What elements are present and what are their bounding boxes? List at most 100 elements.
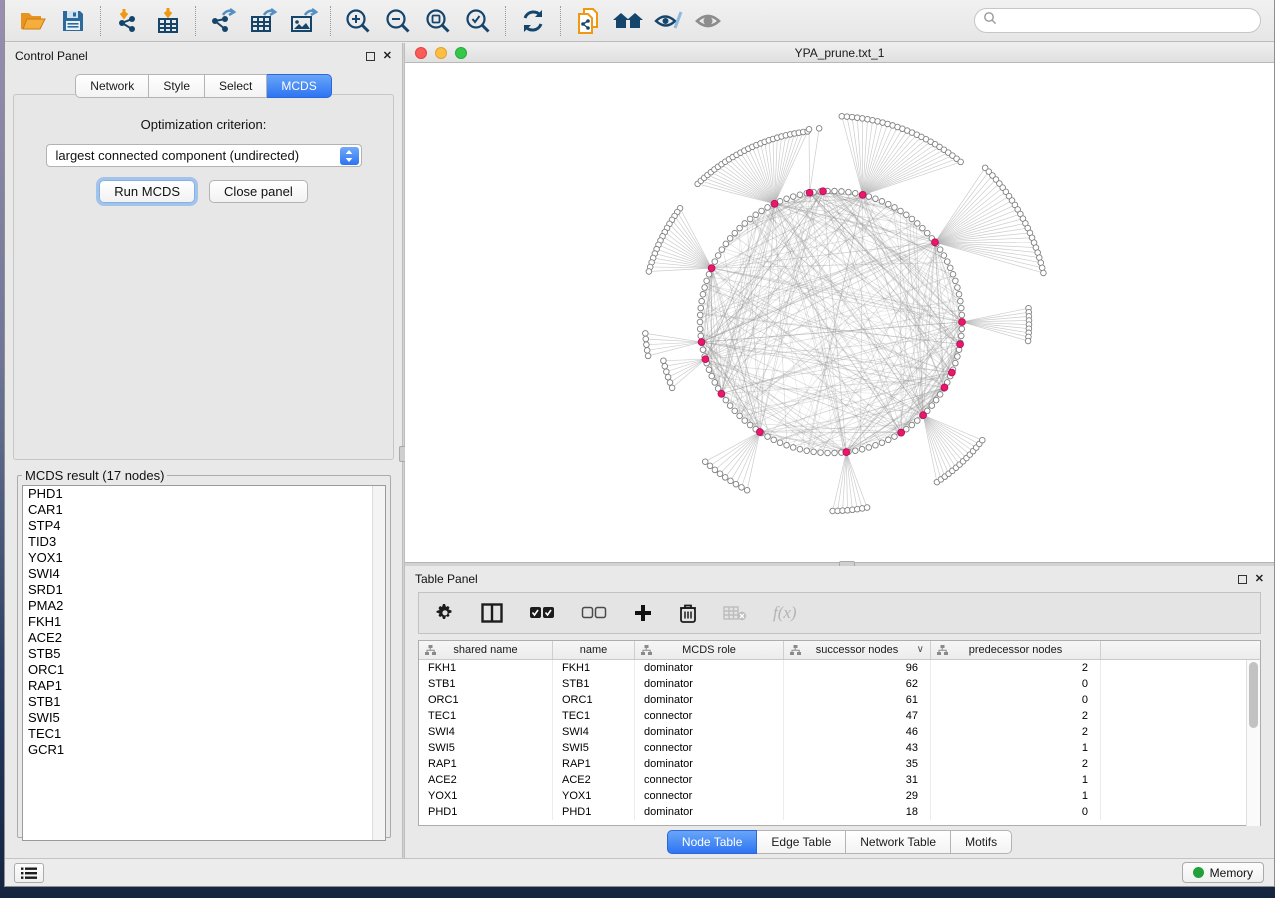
- table-cell[interactable]: FKH1: [553, 660, 635, 676]
- network-node[interactable]: [924, 230, 930, 236]
- table-cell[interactable]: 47: [784, 708, 931, 724]
- column-header-predecessor-nodes[interactable]: predecessor nodes: [931, 641, 1101, 659]
- network-node[interactable]: [698, 333, 704, 339]
- table-cell[interactable]: 0: [931, 804, 1101, 820]
- network-node[interactable]: [700, 292, 706, 298]
- table-cell[interactable]: dominator: [635, 692, 784, 708]
- tab-edge-table[interactable]: Edge Table: [757, 830, 846, 854]
- network-node[interactable]: [959, 312, 965, 318]
- table-cell[interactable]: PHD1: [419, 804, 553, 820]
- search-input[interactable]: [974, 8, 1261, 33]
- close-panel-icon[interactable]: ✕: [383, 51, 392, 62]
- network-node[interactable]: [937, 392, 943, 398]
- network-node[interactable]: [892, 205, 898, 211]
- network-hub-node[interactable]: [702, 356, 709, 363]
- table-cell[interactable]: connector: [635, 772, 784, 788]
- network-node[interactable]: [737, 413, 743, 419]
- network-hub-node[interactable]: [771, 200, 778, 207]
- mcds-result-item[interactable]: SRD1: [23, 582, 385, 598]
- table-cell[interactable]: 96: [784, 660, 931, 676]
- mcds-result-item[interactable]: STB5: [23, 646, 385, 662]
- network-node[interactable]: [885, 437, 891, 443]
- network-node[interactable]: [873, 196, 879, 202]
- table-cell[interactable]: 0: [931, 692, 1101, 708]
- apply-preferred-layout-icon[interactable]: [516, 4, 550, 38]
- network-node[interactable]: [771, 437, 777, 443]
- sort-descending-icon[interactable]: ∨: [917, 644, 924, 655]
- mcds-result-item[interactable]: FKH1: [23, 614, 385, 630]
- network-node[interactable]: [959, 326, 965, 332]
- tab-mcds[interactable]: MCDS: [267, 74, 331, 98]
- table-row[interactable]: YOX1YOX1connector291: [419, 788, 1260, 804]
- zoom-out-icon[interactable]: [381, 4, 415, 38]
- network-node[interactable]: [804, 448, 810, 454]
- network-leaf-node[interactable]: [860, 116, 866, 122]
- close-panel-icon[interactable]: ✕: [1255, 574, 1264, 585]
- network-leaf-node[interactable]: [643, 336, 649, 342]
- network-node[interactable]: [958, 298, 964, 304]
- network-leaf-node[interactable]: [667, 380, 673, 386]
- network-leaf-node[interactable]: [1041, 270, 1047, 276]
- network-node[interactable]: [697, 312, 703, 318]
- tab-select[interactable]: Select: [205, 74, 267, 98]
- network-node[interactable]: [914, 221, 920, 227]
- network-node[interactable]: [920, 225, 926, 231]
- network-hub-node[interactable]: [756, 429, 763, 436]
- network-node[interactable]: [700, 347, 706, 353]
- network-node[interactable]: [765, 434, 771, 440]
- import-network-icon[interactable]: [111, 4, 145, 38]
- table-cell[interactable]: 29: [784, 788, 931, 804]
- network-leaf-node[interactable]: [644, 342, 650, 348]
- network-node[interactable]: [955, 354, 961, 360]
- table-cell[interactable]: 2: [931, 660, 1101, 676]
- network-node[interactable]: [953, 360, 959, 366]
- network-node[interactable]: [732, 408, 738, 414]
- zoom-selected-icon[interactable]: [461, 4, 495, 38]
- network-node[interactable]: [737, 225, 743, 231]
- table-cell[interactable]: 1: [931, 772, 1101, 788]
- zoom-fit-icon[interactable]: [421, 4, 455, 38]
- table-cell[interactable]: 43: [784, 740, 931, 756]
- mcds-result-item[interactable]: PMA2: [23, 598, 385, 614]
- close-panel-button[interactable]: Close panel: [209, 180, 308, 203]
- network-leaf-node[interactable]: [645, 353, 651, 359]
- network-hub-node[interactable]: [806, 189, 813, 196]
- network-node[interactable]: [958, 305, 964, 311]
- network-node[interactable]: [709, 373, 715, 379]
- network-leaf-node[interactable]: [643, 331, 649, 337]
- import-table-icon[interactable]: [151, 4, 185, 38]
- table-cell[interactable]: ACE2: [553, 772, 635, 788]
- network-node[interactable]: [898, 208, 904, 214]
- network-node[interactable]: [909, 216, 915, 222]
- network-node[interactable]: [742, 221, 748, 227]
- network-node[interactable]: [715, 253, 721, 259]
- table-settings-gear-icon[interactable]: [435, 603, 455, 623]
- network-node[interactable]: [790, 194, 796, 200]
- save-session-icon[interactable]: [56, 4, 90, 38]
- network-node[interactable]: [937, 247, 943, 253]
- network-node[interactable]: [712, 259, 718, 265]
- network-node[interactable]: [947, 265, 953, 271]
- table-cell[interactable]: TEC1: [553, 708, 635, 724]
- show-column-panel-icon[interactable]: [481, 603, 503, 623]
- network-node[interactable]: [818, 450, 824, 456]
- mcds-result-item[interactable]: STB1: [23, 694, 385, 710]
- column-header-successor-nodes[interactable]: successor nodes∨: [784, 641, 931, 659]
- network-leaf-node[interactable]: [665, 374, 671, 380]
- tab-style[interactable]: Style: [149, 74, 205, 98]
- network-node[interactable]: [706, 271, 712, 277]
- network-node[interactable]: [759, 208, 765, 214]
- network-node[interactable]: [866, 445, 872, 451]
- network-node[interactable]: [753, 212, 759, 218]
- network-node[interactable]: [732, 230, 738, 236]
- network-leaf-node[interactable]: [717, 471, 723, 477]
- run-mcds-button[interactable]: Run MCDS: [99, 180, 195, 203]
- network-leaf-node[interactable]: [733, 481, 739, 487]
- network-hub-node[interactable]: [941, 384, 948, 391]
- table-cell[interactable]: STB1: [553, 676, 635, 692]
- table-cell[interactable]: ORC1: [553, 692, 635, 708]
- table-cell[interactable]: 1: [931, 788, 1101, 804]
- table-cell[interactable]: connector: [635, 788, 784, 804]
- table-cell[interactable]: 1: [931, 740, 1101, 756]
- network-node[interactable]: [825, 450, 831, 456]
